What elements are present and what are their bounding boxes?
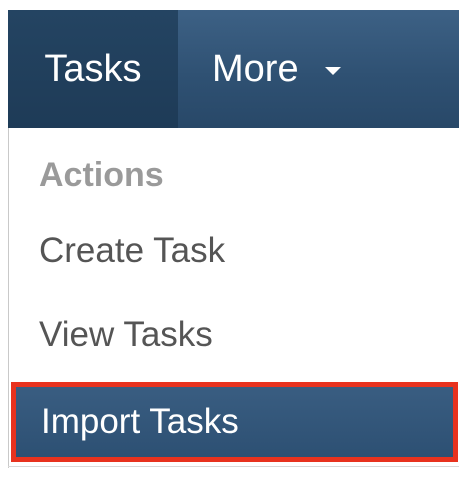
tab-tasks[interactable]: Tasks — [8, 10, 178, 128]
more-dropdown-menu: Actions Create Task View Tasks Import Ta… — [8, 128, 459, 468]
caret-down-icon — [324, 67, 341, 75]
menu-item-label: View Tasks — [39, 315, 213, 354]
menu-item-view-tasks[interactable]: View Tasks — [9, 294, 459, 376]
more-menu-label: More — [212, 47, 299, 90]
menu-item-import-tasks[interactable]: Import Tasks — [11, 382, 458, 462]
more-menu-button[interactable]: More — [178, 10, 378, 128]
menu-item-label: Create Task — [39, 231, 226, 270]
tab-tasks-label: Tasks — [44, 47, 142, 90]
menu-bottom-divider — [8, 466, 459, 467]
menu-item-label: Import Tasks — [41, 402, 239, 441]
top-nav-bar: Tasks More — [8, 10, 459, 129]
menu-section-header: Actions — [39, 156, 164, 194]
menu-item-create-task[interactable]: Create Task — [9, 210, 459, 292]
screen: Tasks More Actions Create Task View Task… — [0, 0, 459, 497]
